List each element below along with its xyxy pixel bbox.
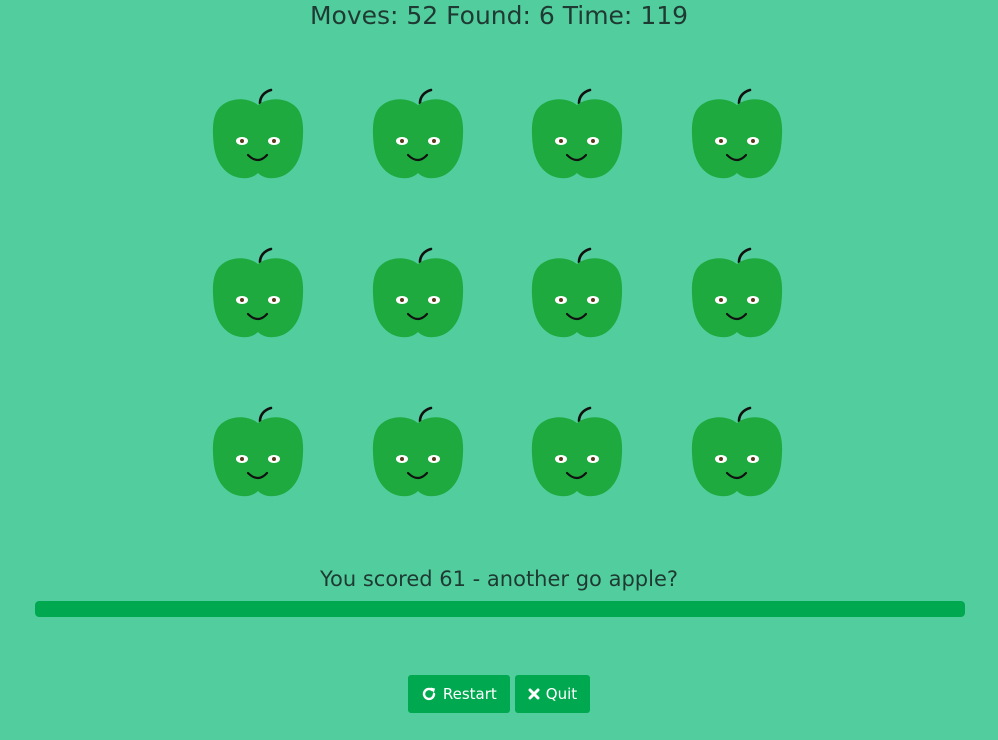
- card[interactable]: [687, 403, 787, 503]
- action-buttons: Restart Quit: [0, 675, 998, 713]
- quit-button[interactable]: Quit: [514, 675, 591, 713]
- card[interactable]: [687, 244, 787, 344]
- found-value: 6: [538, 1, 555, 30]
- progress-bar: [35, 601, 965, 617]
- apple-icon: [208, 403, 308, 503]
- redo-icon: [421, 686, 437, 702]
- card[interactable]: [527, 244, 627, 344]
- score-message: You scored 61 - another go apple?: [319, 567, 679, 591]
- apple-icon: [368, 403, 468, 503]
- apple-icon: [527, 403, 627, 503]
- quit-label: Quit: [545, 685, 578, 703]
- card[interactable]: [687, 85, 787, 185]
- apple-icon: [368, 244, 468, 344]
- time-label: Time:: [562, 1, 633, 30]
- found-label: Found:: [446, 1, 531, 30]
- moves-label: Moves:: [309, 1, 399, 30]
- card[interactable]: [368, 85, 468, 185]
- moves-value: 52: [406, 1, 439, 30]
- progress-fill: [35, 601, 965, 617]
- apple-icon: [527, 85, 627, 185]
- card[interactable]: [208, 85, 308, 185]
- apple-icon: [208, 85, 308, 185]
- card[interactable]: [208, 403, 308, 503]
- close-icon: [528, 688, 540, 700]
- apple-icon: [208, 244, 308, 344]
- apple-icon: [687, 85, 787, 185]
- restart-label: Restart: [442, 685, 497, 703]
- apple-icon: [368, 85, 468, 185]
- card[interactable]: [527, 403, 627, 503]
- card-grid: [208, 85, 848, 503]
- card[interactable]: [208, 244, 308, 344]
- apple-icon: [527, 244, 627, 344]
- game-stats: Moves: 52 Found: 6 Time: 119: [0, 0, 998, 32]
- card[interactable]: [368, 244, 468, 344]
- card[interactable]: [368, 403, 468, 503]
- restart-button[interactable]: Restart: [407, 675, 510, 713]
- card[interactable]: [527, 85, 627, 185]
- apple-icon: [687, 403, 787, 503]
- apple-icon: [687, 244, 787, 344]
- time-value: 119: [640, 1, 689, 30]
